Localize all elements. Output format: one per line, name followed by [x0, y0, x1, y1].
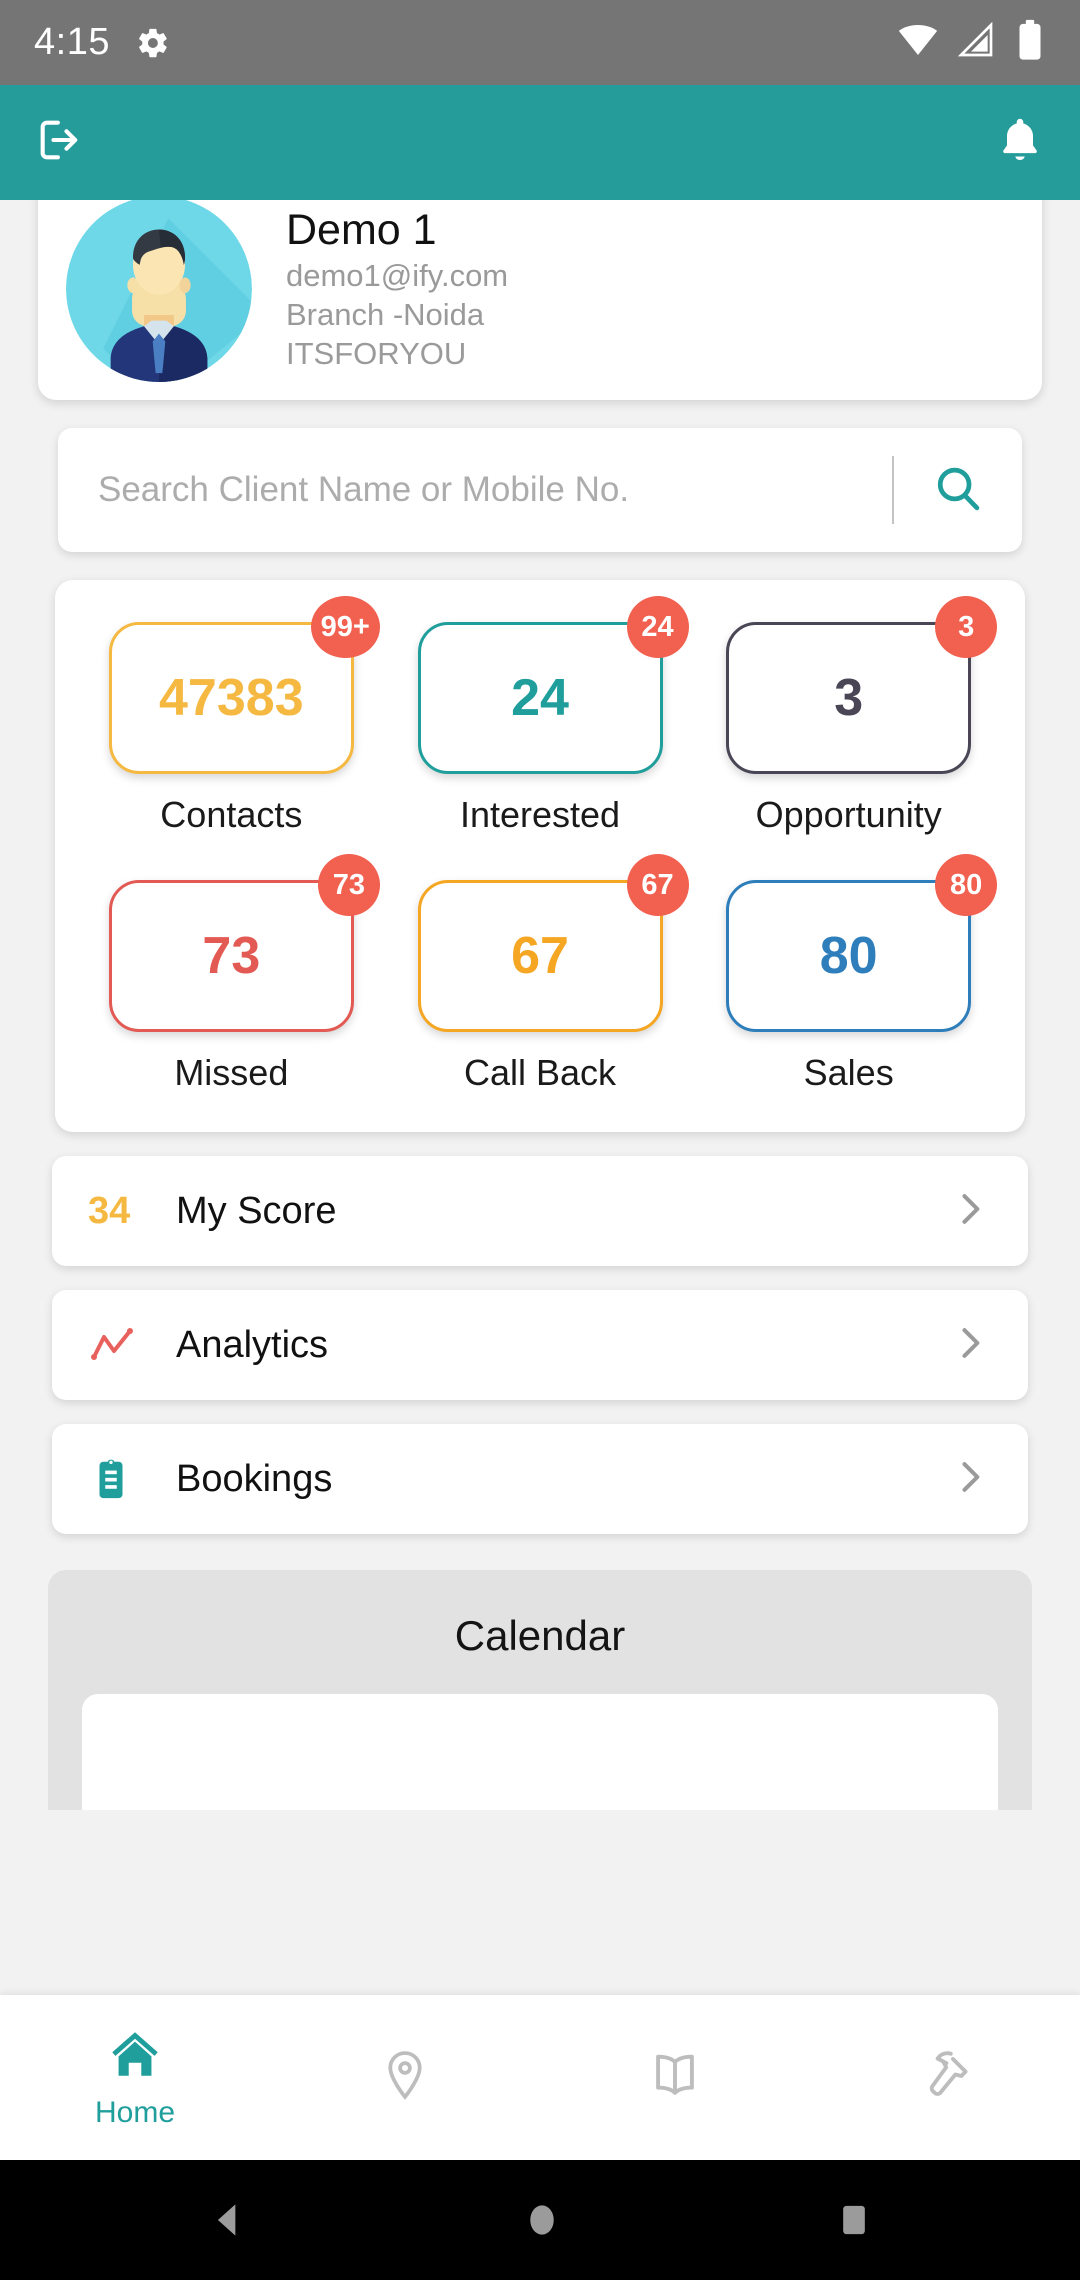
menu-item-label: My Score: [176, 1189, 337, 1232]
menu-item-bookings[interactable]: Bookings: [52, 1424, 1028, 1534]
back-button[interactable]: [206, 2198, 250, 2242]
stat-tile[interactable]: 73: [97, 880, 354, 1032]
calendar-section: Calendar: [48, 1570, 1032, 1810]
stat-badge: 67: [626, 854, 689, 916]
profile-branch: Branch -Noida: [286, 296, 485, 332]
profile-org: ITSFORYOU: [286, 335, 467, 371]
wifi-icon: [898, 20, 938, 65]
stat-label: Opportunity: [755, 794, 942, 835]
stat-opportunity[interactable]: 3 3 Opportunity: [694, 596, 1003, 836]
calendar-title: Calendar: [454, 1612, 626, 1659]
stat-interested[interactable]: 24 24 Interested: [386, 596, 695, 836]
status-indicators: [898, 19, 1046, 66]
menu-item-label: Analytics: [176, 1323, 329, 1366]
book-icon: [646, 2046, 704, 2109]
menu-item-analytics[interactable]: Analytics: [52, 1290, 1028, 1400]
menu-item-label: Bookings: [176, 1457, 333, 1500]
nav-item-book[interactable]: [540, 1995, 810, 2160]
stat-tile[interactable]: 3: [715, 622, 972, 774]
bottom-navigation: Home: [0, 1995, 1080, 2160]
stat-missed[interactable]: 73 73 Missed: [77, 854, 386, 1094]
avatar: [66, 200, 252, 382]
profile-text: Demo 1 demo1@ify.com Branch -Noida ITSFO…: [286, 205, 508, 373]
stat-tile[interactable]: 24: [406, 622, 663, 774]
stat-badge: 99+: [310, 596, 380, 658]
chevron-right-icon: [948, 1321, 992, 1370]
location-icon: [377, 2047, 433, 2108]
recents-button[interactable]: [834, 2200, 874, 2240]
stat-value: 67: [511, 927, 569, 985]
stat-badge: 3: [935, 596, 998, 658]
stats-row: 47383 99+ Contacts 24 24 Interested 3 3 …: [77, 596, 1003, 836]
stat-label: Contacts: [160, 794, 303, 835]
stat-value: 80: [819, 927, 878, 985]
status-bar: 4:15: [0, 0, 1080, 85]
stat-sales[interactable]: 80 80 Sales: [694, 854, 1003, 1094]
gear-icon: [136, 26, 170, 60]
status-time: 4:15: [34, 21, 110, 63]
nav-item-label: Home: [94, 2096, 176, 2129]
stat-label: Sales: [803, 1052, 894, 1093]
calendar-body[interactable]: [82, 1694, 998, 1810]
home-button[interactable]: [520, 2198, 564, 2242]
home-icon: [106, 2025, 164, 2088]
stat-value: 3: [834, 669, 864, 727]
stat-value: 24: [511, 669, 569, 727]
stat-badge: 73: [317, 854, 380, 916]
stats-panel: 47383 99+ Contacts 24 24 Interested 3 3 …: [55, 580, 1025, 1132]
line-chart-icon: [88, 1321, 162, 1369]
scroll-content: Demo 1 demo1@ify.com Branch -Noida ITSFO…: [0, 200, 1080, 1995]
search-button[interactable]: [894, 428, 1022, 552]
profile-name: Demo 1: [286, 206, 437, 255]
bell-icon[interactable]: [994, 114, 1046, 171]
hammer-icon: [916, 2046, 974, 2109]
logout-icon[interactable]: [34, 114, 86, 171]
app-bar: [0, 85, 1080, 200]
search-bar: [58, 428, 1022, 552]
clipboard-icon: [88, 1456, 162, 1502]
search-input[interactable]: [58, 470, 892, 510]
signal-icon: [956, 20, 996, 65]
search-icon: [931, 462, 985, 519]
menu-item-my-score[interactable]: 34 My Score: [52, 1156, 1028, 1266]
score-number: 34: [88, 1189, 131, 1232]
stat-label: Interested: [459, 794, 621, 835]
battery-icon: [1014, 19, 1046, 66]
android-navigation-bar: [0, 2160, 1080, 2280]
stats-row: 73 73 Missed 67 67 Call Back 80 80 Sales: [77, 854, 1003, 1094]
stat-value: 73: [202, 927, 261, 985]
stat-contacts[interactable]: 47383 99+ Contacts: [77, 596, 386, 836]
nav-item-home[interactable]: Home: [0, 1995, 270, 2160]
stat-tile[interactable]: 67: [406, 880, 663, 1032]
stat-callback[interactable]: 67 67 Call Back: [386, 854, 695, 1094]
chevron-right-icon: [948, 1187, 992, 1236]
stat-tile[interactable]: 80: [715, 880, 972, 1032]
nav-item-tools[interactable]: [810, 1995, 1080, 2160]
profile-card[interactable]: Demo 1 demo1@ify.com Branch -Noida ITSFO…: [38, 200, 1042, 400]
stat-badge: 24: [626, 596, 689, 658]
stat-badge: 80: [935, 854, 998, 916]
stat-value: 47383: [159, 669, 304, 727]
profile-email: demo1@ify.com: [286, 257, 509, 293]
stat-label: Missed: [174, 1052, 289, 1093]
nav-item-location[interactable]: [270, 1995, 540, 2160]
chevron-right-icon: [948, 1455, 992, 1504]
stat-label: Call Back: [463, 1052, 617, 1093]
